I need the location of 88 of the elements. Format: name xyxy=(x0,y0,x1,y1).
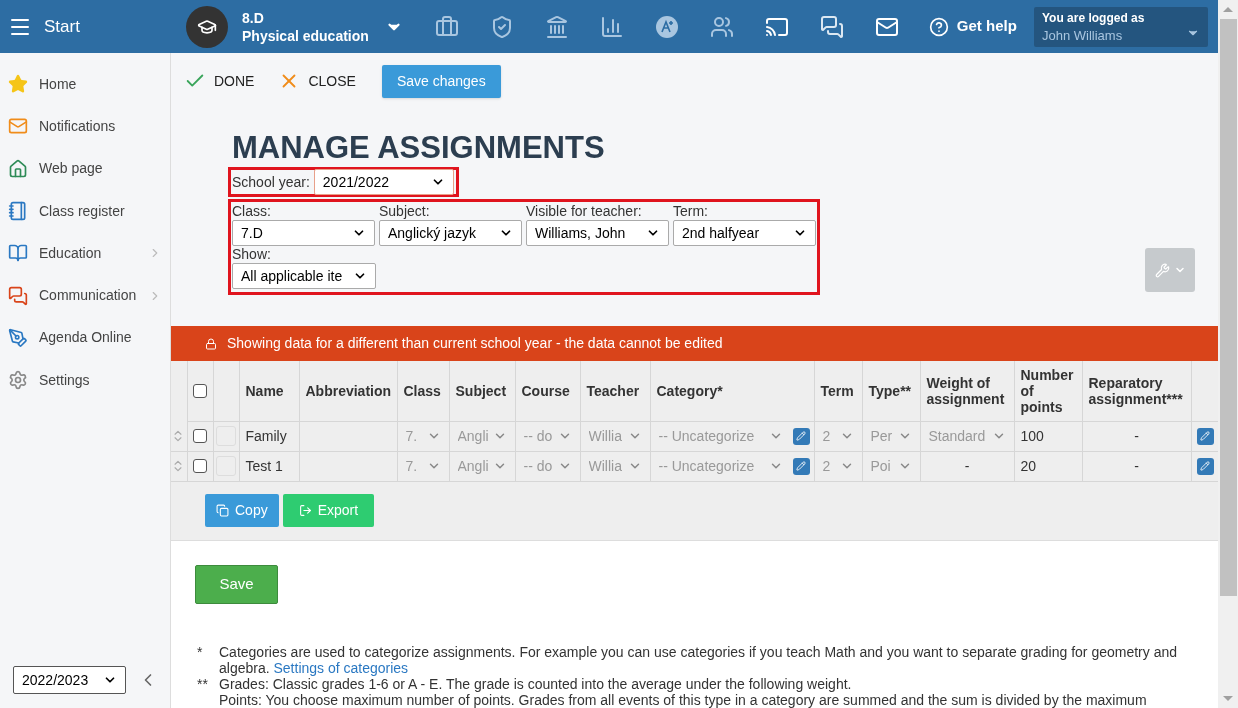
year-select[interactable]: 2022/2023 xyxy=(13,666,126,694)
save-changes-button[interactable]: Save changes xyxy=(381,64,501,98)
house-icon xyxy=(8,158,28,179)
filter-select[interactable]: Anglický jazyk xyxy=(379,220,522,246)
filter-select[interactable]: 2nd halfyear xyxy=(673,220,816,246)
checkbox[interactable] xyxy=(193,383,207,398)
save-button[interactable]: Save xyxy=(195,564,278,604)
briefcase-icon[interactable] xyxy=(434,14,459,39)
table-cell: - xyxy=(1082,421,1191,451)
sidebar-item[interactable]: Notifications xyxy=(0,105,170,148)
table-cell: - xyxy=(1082,451,1191,481)
footnote-mark: * xyxy=(196,644,204,662)
bar-chart-icon[interactable] xyxy=(599,14,624,39)
column-header: Class xyxy=(397,361,449,421)
filter-select[interactable]: Williams, John xyxy=(526,220,669,246)
column-header: Type** xyxy=(862,361,920,421)
help-button[interactable]: Get help xyxy=(928,15,1017,38)
edit-button[interactable] xyxy=(1196,457,1214,475)
class-switcher[interactable]: 8.D Physical education xyxy=(242,8,403,45)
warning-banner: Showing data for a different than current school year - the data cannot be edited xyxy=(171,326,1218,361)
column-header: Abbreviation xyxy=(299,361,397,421)
show-select[interactable]: All applicable ite xyxy=(232,263,376,289)
edit-button[interactable] xyxy=(1196,427,1214,445)
wrench-icon xyxy=(1154,262,1170,278)
table-cell-text: - xyxy=(963,456,971,476)
field-label: Class: xyxy=(232,202,272,220)
close-button[interactable]: CLOSE xyxy=(278,70,356,92)
field-label: Term: xyxy=(673,202,709,220)
table-cell: 100 xyxy=(1014,421,1082,451)
avatar-icon xyxy=(186,5,228,48)
edit-button[interactable] xyxy=(792,427,810,445)
sidebar-item[interactable]: Class register xyxy=(0,189,170,233)
people-icon[interactable] xyxy=(709,14,734,39)
settings-icon xyxy=(8,370,28,391)
checkbox[interactable] xyxy=(193,429,207,443)
table-cell: Test 1 xyxy=(239,451,299,481)
sidebar-item[interactable]: Communication xyxy=(0,274,170,317)
scroll-down-icon[interactable] xyxy=(1223,696,1233,701)
column-header: Subject xyxy=(449,361,515,421)
lock-icon xyxy=(205,337,217,350)
notebook-icon xyxy=(8,201,28,222)
building-icon[interactable] xyxy=(544,14,569,39)
scrollbar[interactable] xyxy=(1218,0,1238,708)
book-icon xyxy=(8,243,28,264)
grade-icon[interactable] xyxy=(654,14,679,39)
export-icon xyxy=(298,503,312,517)
sidebar-item[interactable]: Education xyxy=(0,232,170,275)
column-header: Reparatory assignment*** xyxy=(1082,361,1191,421)
column-header: Name xyxy=(239,361,299,421)
user-menu[interactable]: You are logged as John Williams xyxy=(1034,6,1208,47)
sidebar-item[interactable]: Settings xyxy=(0,359,170,402)
table-cell: 20 xyxy=(1014,451,1082,481)
envelope-icon xyxy=(8,116,28,137)
settings-link[interactable]: Settings of categories xyxy=(273,660,409,676)
copy-button[interactable]: Copy xyxy=(205,493,279,527)
done-button[interactable]: DONE xyxy=(184,70,255,92)
sidebar-item[interactable]: Home xyxy=(0,63,170,106)
sidebar-item[interactable]: Web page xyxy=(0,147,170,190)
column-header: Course xyxy=(515,361,580,421)
sidebar-item[interactable]: Agenda Online xyxy=(0,316,170,360)
column-header: Number of points xyxy=(1014,361,1082,421)
footnote-mark: ** xyxy=(196,676,209,694)
column-header: Weight of assignment xyxy=(920,361,1014,421)
footnote-text: Categories are used to categorize assignments. For example you can use categories if you teach Math and you want to separate grading for geometry and algebra. Settings of categories xyxy=(219,644,1178,676)
footnote-text: Points: You choose maximum number of points. Grades from all events of this type in a category are summed and the sum is divided by the maximum xyxy=(219,692,1147,708)
star-icon xyxy=(8,74,28,95)
pen-icon xyxy=(8,327,28,348)
school-year-select[interactable]: 2021/2022 xyxy=(313,169,454,195)
column-header: Teacher xyxy=(580,361,650,421)
menu-button[interactable]: Start xyxy=(0,13,170,40)
filter-select[interactable]: 7.D xyxy=(232,220,375,246)
copy-icon xyxy=(216,503,229,517)
table-cell: Family xyxy=(239,421,299,451)
field-label: School year: xyxy=(232,172,310,192)
chat-icon xyxy=(8,285,28,306)
help-icon xyxy=(928,16,949,37)
column-header: Term xyxy=(814,361,862,421)
field-label: Subject: xyxy=(379,202,431,220)
column-header: Category* xyxy=(650,361,814,421)
field-label: Visible for teacher: xyxy=(526,202,643,220)
footnote-text: Grades: Classic grades 1-6 or A - E. The grade is counted into the average under the following weight. xyxy=(219,676,853,692)
page-title: MANAGE ASSIGNMENTS xyxy=(231,131,606,165)
checkbox[interactable] xyxy=(193,459,207,473)
scroll-thumb[interactable] xyxy=(1219,19,1237,596)
scroll-up-icon[interactable] xyxy=(1223,7,1233,12)
chat-icon[interactable] xyxy=(819,14,844,39)
field-label: Show: xyxy=(232,246,272,263)
edit-button[interactable] xyxy=(792,457,810,475)
